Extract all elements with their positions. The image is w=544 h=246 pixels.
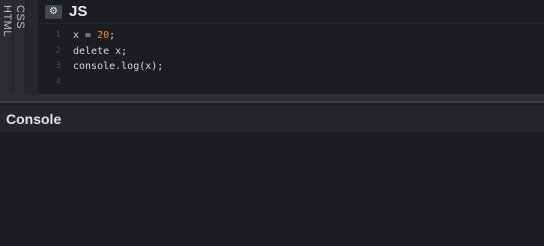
line-code: x = 20; (73, 28, 115, 44)
line-code: console.log(x); (73, 59, 163, 75)
code-editor[interactable]: 1 x = 20; 2 delete x; 3 console.log(x); 4 (39, 28, 544, 88)
code-token: delete x; (73, 45, 128, 57)
tab-css[interactable]: CSS (13, 0, 26, 94)
tab-html-label: HTML (1, 5, 13, 37)
console-title: Console (6, 111, 62, 127)
resize-divider[interactable] (0, 94, 544, 103)
js-editor-panel: ⚙ JS 1 x = 20; 2 delete x; 3 console.log(x); 4 (39, 0, 544, 94)
tab-html[interactable]: HTML (0, 0, 13, 94)
line-number: 3 (55, 61, 61, 72)
code-line: 3 console.log(x); (39, 59, 544, 75)
line-code: delete x; (73, 44, 127, 60)
line-number: 4 (55, 77, 61, 88)
code-line: 4 (39, 75, 544, 91)
panel-tabs: HTML CSS (0, 0, 39, 94)
editor-header: ⚙ JS (39, 0, 544, 24)
code-token: x = (73, 30, 98, 41)
code-token: console.log(x); (73, 61, 164, 73)
code-line: 2 delete x; (39, 44, 544, 60)
console-header: Console (0, 105, 544, 133)
code-token: ; (109, 30, 116, 41)
editor-title: JS (69, 3, 88, 20)
console-output[interactable] (0, 133, 544, 246)
tab-strip-spacer (26, 0, 39, 94)
number-token: 20 (97, 30, 110, 41)
code-line: 1 x = 20; (39, 28, 544, 44)
line-number: 2 (55, 45, 61, 56)
line-number: 1 (55, 30, 61, 40)
tab-css-label: CSS (14, 5, 26, 30)
gear-icon[interactable]: ⚙ (45, 5, 62, 19)
